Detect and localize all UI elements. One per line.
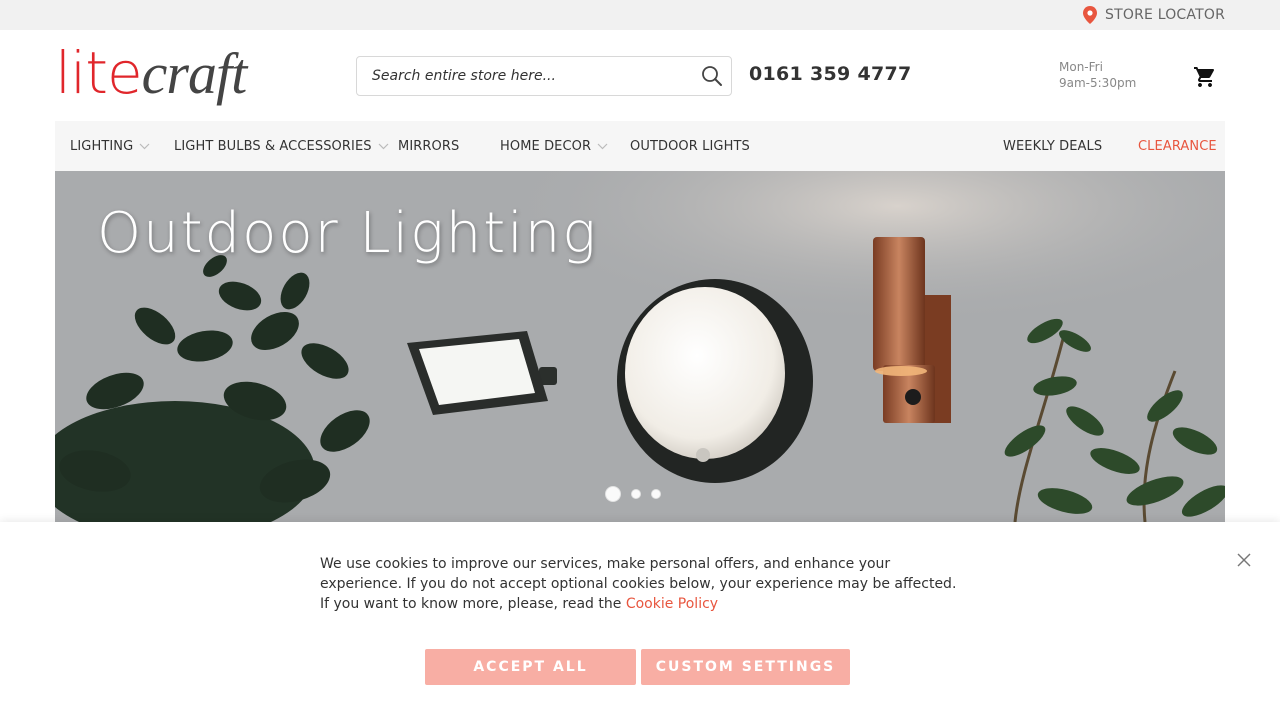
nav-item-label: LIGHT BULBS & ACCESSORIES (174, 138, 372, 154)
accept-all-button[interactable]: ACCEPT ALL (425, 649, 636, 685)
chevron-down-icon (139, 143, 150, 149)
cookie-message: We use cookies to improve our services, … (320, 554, 960, 614)
close-icon[interactable] (1236, 552, 1252, 568)
carousel-dot-1[interactable] (605, 486, 621, 502)
chevron-down-icon (597, 143, 608, 149)
nav-item-label: WEEKLY DEALS (1003, 138, 1103, 154)
bulkhead-light-image (617, 279, 813, 483)
phone-number[interactable]: 0161 359 4777 (749, 63, 912, 85)
nav-item-weekly-deals[interactable]: WEEKLY DEALS (1003, 121, 1102, 171)
search-box (356, 56, 732, 96)
nav-item-label: CLEARANCE (1138, 138, 1217, 154)
hero-title: Outdoor Lighting (97, 201, 598, 266)
hours-days: Mon-Fri (1059, 60, 1103, 74)
nav-item-clearance[interactable]: CLEARANCE (1138, 121, 1217, 171)
carousel-dot-2[interactable] (631, 489, 641, 499)
nav-item-mirrors[interactable]: MIRRORS (398, 121, 459, 171)
nav-item-label: OUTDOOR LIGHTS (630, 138, 750, 154)
store-locator-label: STORE LOCATOR (1105, 7, 1225, 23)
nav-item-light-bulbs[interactable]: LIGHT BULBS & ACCESSORIES (174, 121, 389, 171)
search-input[interactable] (357, 57, 687, 95)
cookie-banner: We use cookies to improve our services, … (0, 522, 1280, 720)
nav-item-label: HOME DECOR (500, 138, 592, 154)
top-bar: STORE LOCATOR (0, 0, 1280, 30)
search-icon[interactable] (701, 65, 723, 87)
carousel-dot-3[interactable] (651, 489, 661, 499)
cookie-policy-link[interactable]: Cookie Policy (626, 596, 718, 612)
hero-banner[interactable]: Outdoor Lighting (55, 171, 1225, 522)
chevron-down-icon (378, 143, 389, 149)
hours-times: 9am-5:30pm (1059, 76, 1137, 90)
logo-part-craft: craft (141, 41, 248, 106)
site-logo[interactable]: litecraft (55, 38, 248, 109)
map-pin-icon (1083, 6, 1098, 24)
opening-hours: Mon-Fri 9am-5:30pm (1059, 59, 1136, 91)
custom-settings-button[interactable]: CUSTOM SETTINGS (641, 649, 850, 685)
nav-item-label: LIGHTING (70, 138, 134, 154)
cart-icon[interactable] (1193, 65, 1217, 89)
nav-item-home-decor[interactable]: HOME DECOR (500, 121, 608, 171)
nav-item-outdoor-lights[interactable]: OUTDOOR LIGHTS (630, 121, 750, 171)
carousel-dots (605, 486, 661, 502)
main-nav: LIGHTING LIGHT BULBS & ACCESSORIES MIRRO… (55, 121, 1225, 171)
nav-item-label: MIRRORS (398, 138, 460, 154)
store-locator-link[interactable]: STORE LOCATOR (1083, 6, 1225, 24)
nav-item-lighting[interactable]: LIGHTING (70, 121, 150, 171)
logo-part-lite: lite (55, 39, 143, 107)
header: litecraft 0161 359 4777 Mon-Fri 9am-5:30… (0, 30, 1280, 121)
